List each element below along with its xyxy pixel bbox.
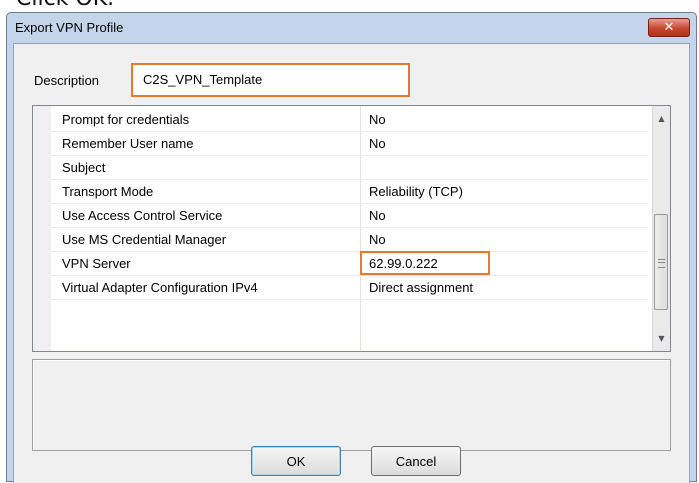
grid-margin xyxy=(33,106,51,351)
property-row[interactable]: Subject xyxy=(51,156,647,180)
close-button[interactable]: ✕ xyxy=(648,18,690,37)
scrollbar-thumb[interactable] xyxy=(654,214,668,310)
property-value: No xyxy=(369,112,386,127)
property-row-vpn-server[interactable]: VPN Server 62.99.0.222 xyxy=(51,251,647,276)
cancel-button[interactable]: Cancel xyxy=(371,446,461,476)
grip-icon xyxy=(658,259,665,268)
close-icon: ✕ xyxy=(663,20,675,35)
export-vpn-profile-dialog: Export VPN Profile ✕ Description C2S_VPN… xyxy=(6,12,697,483)
property-row[interactable]: Use Access Control Service No xyxy=(51,204,647,228)
property-row[interactable]: Transport Mode Reliability (TCP) xyxy=(51,180,647,204)
property-name: Use Access Control Service xyxy=(62,208,223,223)
property-value: 62.99.0.222 xyxy=(369,256,438,271)
scroll-up-arrow-icon[interactable]: ▲ xyxy=(653,110,670,127)
property-name: VPN Server xyxy=(62,256,131,271)
property-value: No xyxy=(369,232,386,247)
dialog-title: Export VPN Profile xyxy=(15,20,124,35)
property-name: Remember User name xyxy=(62,136,194,151)
dialog-client-area: Description C2S_VPN_Template Prompt for … xyxy=(13,43,690,483)
property-name: Prompt for credentials xyxy=(62,112,190,127)
property-grid: Prompt for credentials No Remember User … xyxy=(32,105,671,352)
property-row[interactable]: Remember User name No xyxy=(51,132,647,156)
ok-button[interactable]: OK xyxy=(251,446,341,476)
property-name: Transport Mode xyxy=(62,184,154,199)
vertical-scrollbar[interactable]: ▲ ▼ xyxy=(652,106,670,351)
scroll-down-arrow-icon[interactable]: ▼ xyxy=(653,330,670,347)
property-value: Direct assignment xyxy=(369,280,474,295)
title-bar[interactable]: Export VPN Profile ✕ xyxy=(7,13,696,43)
description-label: Description xyxy=(34,73,100,88)
description-field[interactable]: C2S_VPN_Template xyxy=(131,63,410,97)
property-row[interactable]: Prompt for credentials No xyxy=(51,108,647,132)
property-value: Reliability (TCP) xyxy=(369,184,463,199)
instruction-caption: Click OK. xyxy=(16,0,114,11)
property-description-panel xyxy=(32,359,671,451)
property-value: No xyxy=(369,208,386,223)
property-value: No xyxy=(369,136,386,151)
row-separator xyxy=(51,299,647,300)
property-row[interactable]: Virtual Adapter Configuration IPv4 Direc… xyxy=(51,276,647,300)
property-name: Subject xyxy=(62,160,106,175)
property-row[interactable]: Use MS Credential Manager No xyxy=(51,228,647,252)
property-name: Virtual Adapter Configuration IPv4 xyxy=(62,280,258,295)
property-name: Use MS Credential Manager xyxy=(62,232,227,247)
